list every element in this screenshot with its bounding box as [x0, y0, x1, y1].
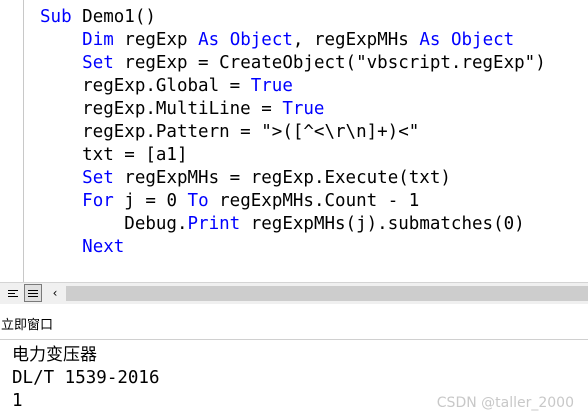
code-keyword: Dim [82, 30, 114, 50]
full-module-view-button[interactable] [24, 284, 42, 302]
code-editor[interactable]: Sub Demo1() Dim regExp As Object, regExp… [0, 0, 588, 282]
code-line[interactable]: regExp.Pattern = ">([^<\r\n]+)<" [40, 121, 546, 144]
scroll-left-arrow-icon: ‹ [52, 286, 58, 300]
code-line[interactable]: Debug.Print regExpMHs(j).submatches(0) [40, 213, 546, 236]
code-line[interactable]: Dim regExp As Object, regExpMHs As Objec… [40, 29, 546, 52]
code-keyword: Next [82, 237, 125, 257]
code-text: regExp.MultiLine = [40, 99, 283, 119]
margin-indicator-bar[interactable] [0, 0, 24, 282]
code-text: regExpMHs(j).submatches(0) [240, 214, 525, 234]
editor-bottom-bar: ‹ [0, 282, 588, 304]
code-line[interactable]: regExp.MultiLine = True [40, 98, 546, 121]
output-line: DL/T 1539-2016 [12, 368, 160, 388]
code-text: , regExpMHs [292, 30, 420, 50]
code-text: Demo1() [82, 7, 156, 27]
code-line[interactable]: regExp.Global = True [40, 75, 546, 98]
code-keyword: As [419, 30, 441, 50]
code-block: Sub Demo1() Dim regExp As Object, regExp… [40, 6, 546, 259]
code-keyword: To [187, 191, 209, 211]
immediate-window-titlebar[interactable]: 立即窗口 [0, 304, 588, 340]
code-keyword: Print [187, 214, 241, 234]
watermark: CSDN @taller_2000 [436, 395, 574, 411]
code-text: txt = [a1] [40, 145, 188, 165]
code-text: regExp.Global = [40, 76, 251, 96]
code-keyword: Object [450, 30, 515, 50]
code-text: regExp.Pattern = ">([^<\r\n]+)<" [40, 122, 420, 142]
code-keyword: Object [229, 30, 293, 50]
output-line: 1 [12, 391, 23, 411]
code-line[interactable]: Set regExpMHs = regExp.Execute(txt) [40, 167, 546, 190]
immediate-output: 电力变压器 DL/T 1539-2016 1 [12, 344, 160, 413]
code-line[interactable]: For j = 0 To regExpMHs.Count - 1 [40, 190, 546, 213]
output-line: 电力变压器 [12, 345, 97, 365]
code-keyword: True [282, 99, 325, 119]
code-text: regExpMHs.Count - 1 [208, 191, 420, 211]
full-module-view-icon [28, 289, 38, 297]
code-text: regExpMHs = regExp.Execute(txt) [113, 168, 451, 188]
code-keyword: Set [82, 168, 114, 188]
code-text: regExp = CreateObject("vbscript.regExp") [113, 53, 546, 73]
code-keyword: As [198, 30, 220, 50]
code-keyword: True [250, 76, 293, 96]
code-keyword: Set [82, 53, 114, 73]
code-text: j = 0 [113, 191, 188, 211]
code-text: regExp [113, 30, 199, 50]
code-line[interactable]: txt = [a1] [40, 144, 546, 167]
scroll-left-button[interactable]: ‹ [48, 284, 62, 302]
code-line[interactable]: Set regExp = CreateObject("vbscript.regE… [40, 52, 546, 75]
code-line[interactable]: Next [40, 236, 546, 259]
horizontal-scrollbar-thumb[interactable] [66, 286, 588, 301]
code-keyword: For [82, 191, 114, 211]
code-text: Debug. [40, 214, 188, 234]
code-line[interactable]: Sub Demo1() [40, 6, 546, 29]
code-keyword: Sub [40, 7, 83, 27]
procedure-view-icon [8, 289, 18, 297]
immediate-window-title: 立即窗口 [1, 318, 54, 333]
procedure-view-button[interactable] [4, 284, 22, 302]
